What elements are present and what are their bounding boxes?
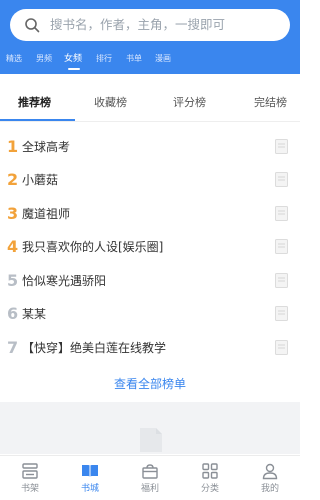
list-item[interactable]: 5 恰似寒光遇骄阳 (0, 268, 300, 301)
tab-label: 分类 (200, 484, 219, 494)
search-input[interactable]: 搜书名，作者，主角，一搜即可 (50, 9, 225, 41)
bottom-tab-bar: 书架 书城 福利 分类 我的 (0, 455, 300, 500)
rank-tab-indicator (0, 119, 75, 121)
tab-label: 福利 (140, 484, 159, 494)
tab-paihang[interactable]: 排行 (96, 52, 112, 66)
tab-bookshelf[interactable]: 书架 (0, 456, 60, 500)
book-cover-icon (275, 172, 288, 187)
tab-label: 书城 (80, 484, 99, 494)
tab-favorites-rank[interactable]: 收藏榜 (94, 88, 127, 118)
list-item[interactable]: 1 全球高考 (0, 134, 300, 167)
tab-rating-rank[interactable]: 评分榜 (173, 88, 206, 118)
book-cover-icon (275, 273, 288, 288)
rank-number: 1 (7, 137, 19, 156)
profile-icon (262, 463, 278, 480)
search-icon (25, 18, 40, 33)
category-tabs: 精选 男频 女频 排行 书单 漫画 (0, 52, 300, 72)
bookshelf-icon (22, 463, 38, 479)
book-title[interactable]: 某某 (22, 304, 46, 324)
list-item[interactable]: 4 我只喜欢你的人设[娱乐圈] (0, 234, 300, 267)
tab-nvpin[interactable]: 女频 (64, 52, 82, 66)
view-all-rankings-link[interactable]: 查看全部榜单 (0, 374, 300, 394)
tab-shudan[interactable]: 书单 (126, 52, 142, 66)
search-bar[interactable]: 搜书名，作者，主角，一搜即可 (10, 9, 290, 41)
book-cover-icon (275, 139, 288, 154)
tab-label: 书架 (20, 484, 39, 494)
book-title[interactable]: 【快穿】绝美白莲在线教学 (22, 338, 166, 358)
list-item[interactable]: 6 某某 (0, 301, 300, 334)
tab-completed-rank[interactable]: 完结榜 (254, 88, 287, 118)
book-title[interactable]: 恰似寒光遇骄阳 (22, 271, 106, 291)
tab-label: 我的 (260, 484, 279, 494)
book-cover-icon (275, 239, 288, 254)
gift-icon (142, 464, 158, 479)
active-tab-indicator (68, 68, 80, 70)
book-title[interactable]: 我只喜欢你的人设[娱乐圈] (22, 237, 163, 257)
rank-number: 5 (7, 271, 19, 290)
tab-nanpin[interactable]: 男频 (36, 52, 52, 66)
tab-jingxuan[interactable]: 精选 (6, 52, 22, 66)
book-cover-icon (275, 306, 288, 321)
book-cover-icon (275, 340, 288, 355)
image-placeholder-icon (140, 428, 162, 452)
rank-number: 3 (7, 204, 19, 223)
rank-number: 6 (7, 304, 19, 323)
rank-number: 7 (7, 338, 19, 357)
rank-number: 4 (7, 237, 19, 256)
tab-manhua[interactable]: 漫画 (155, 52, 171, 66)
content-placeholder (0, 402, 300, 454)
open-book-icon (82, 465, 98, 478)
rank-tabs: 推荐榜 收藏榜 评分榜 完结榜 (0, 88, 300, 122)
book-title[interactable]: 魔道祖师 (22, 204, 70, 224)
tab-recommend-rank[interactable]: 推荐榜 (18, 88, 51, 118)
category-grid-icon (202, 463, 218, 479)
book-title[interactable]: 小蘑菇 (22, 170, 58, 190)
app-header: 搜书名，作者，主角，一搜即可 精选 男频 女频 排行 书单 漫画 (0, 0, 300, 74)
tab-bookstore[interactable]: 书城 (60, 456, 120, 500)
list-item[interactable]: 3 魔道祖师 (0, 201, 300, 234)
tab-category[interactable]: 分类 (180, 456, 240, 500)
list-item[interactable]: 7 【快穿】绝美白莲在线教学 (0, 335, 300, 368)
rank-number: 2 (7, 170, 19, 189)
book-cover-icon (275, 206, 288, 221)
tab-profile[interactable]: 我的 (240, 456, 300, 500)
tab-welfare[interactable]: 福利 (120, 456, 180, 500)
list-item[interactable]: 2 小蘑菇 (0, 167, 300, 200)
book-title[interactable]: 全球高考 (22, 137, 70, 157)
